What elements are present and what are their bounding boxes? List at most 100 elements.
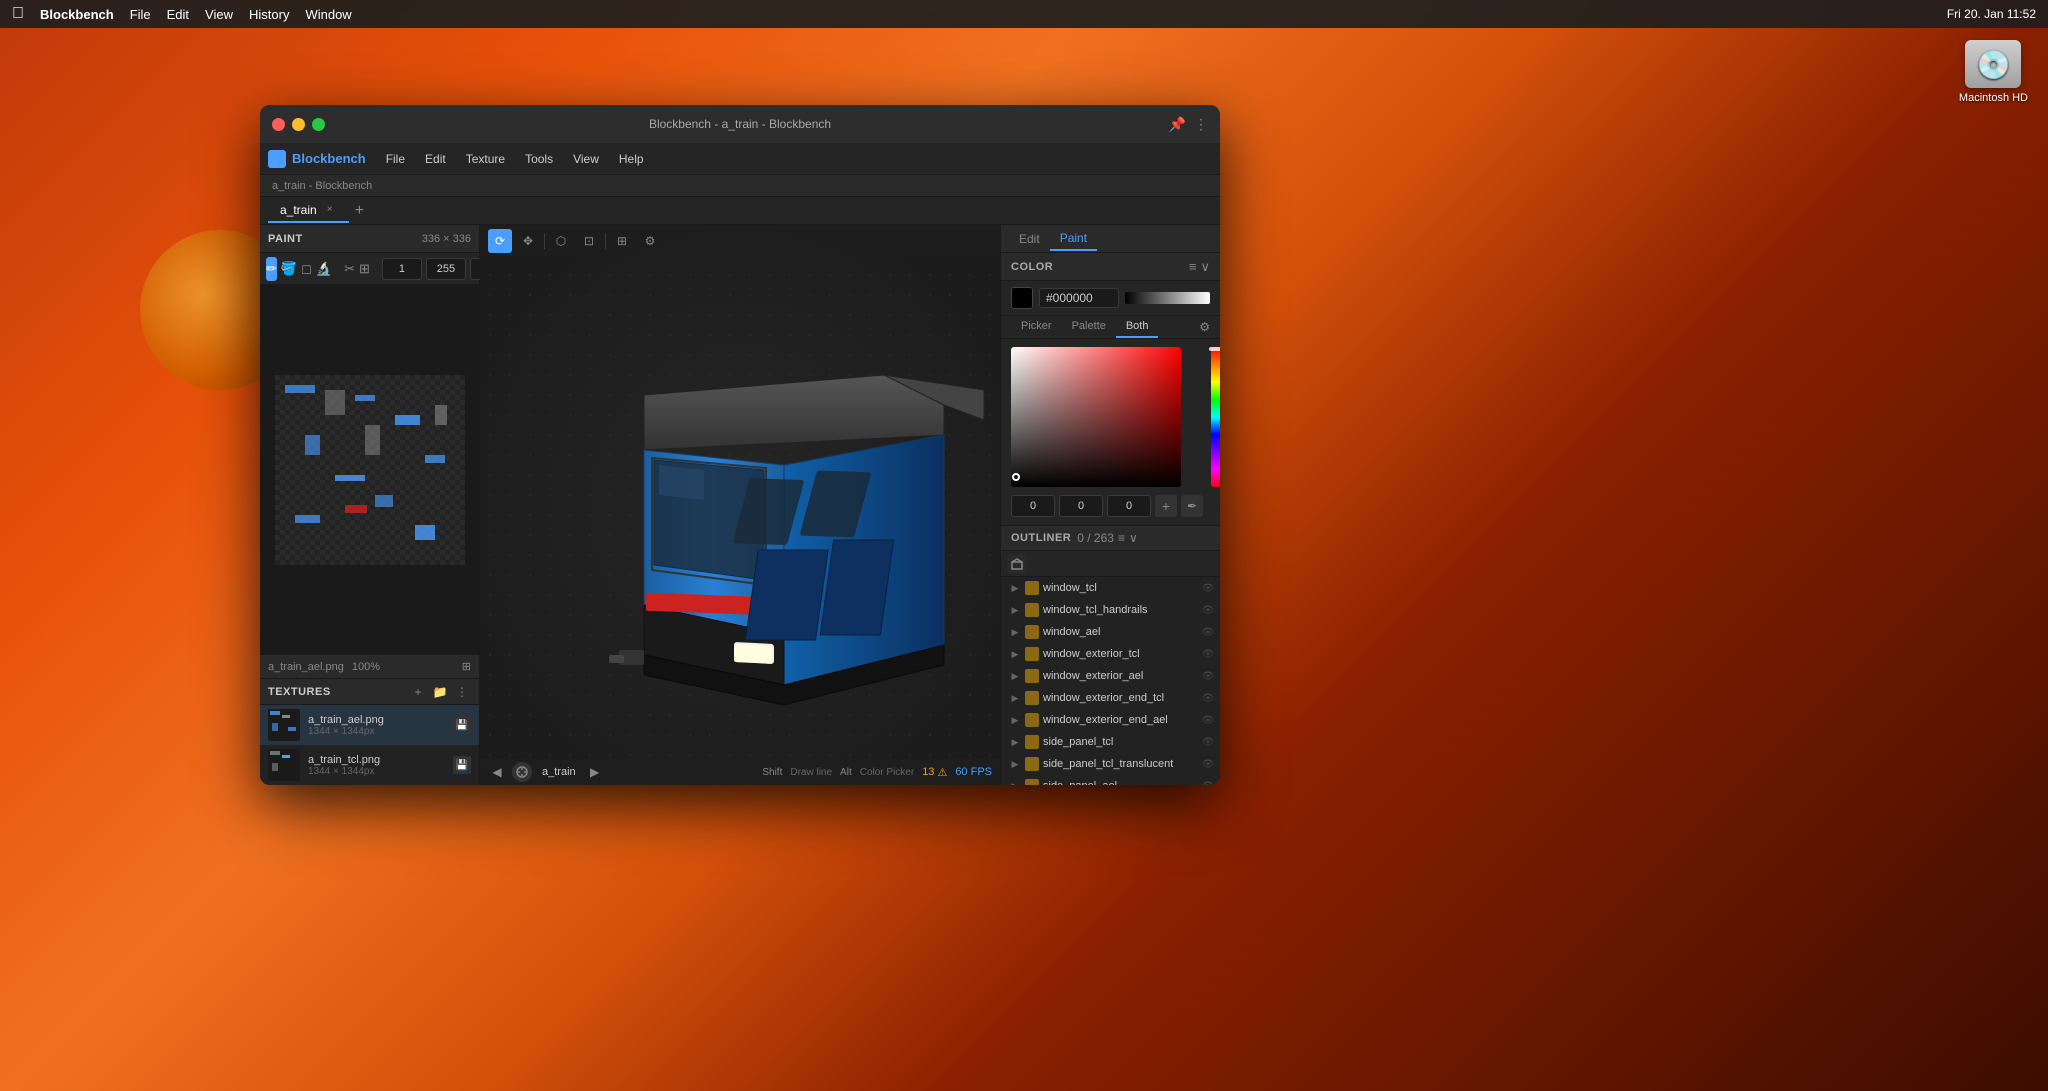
menu-window[interactable]: Window: [305, 7, 351, 22]
visibility-icon[interactable]: 👁: [1200, 734, 1216, 750]
app-menu-blockbench[interactable]: Blockbench: [40, 7, 114, 22]
eyedropper-btn[interactable]: ✒: [1181, 495, 1203, 517]
paint-tab[interactable]: Paint: [1050, 227, 1097, 251]
color-gradient-square[interactable]: [1011, 347, 1181, 487]
app-edit-menu[interactable]: Edit: [417, 148, 454, 170]
minimize-button[interactable]: [292, 118, 305, 131]
import-texture-btn[interactable]: 📁: [431, 683, 449, 701]
save-texture-tcl[interactable]: 💾: [453, 756, 471, 774]
texture-item-tcl[interactable]: a_train_tcl.png 1344 × 1344px 💾: [260, 745, 479, 785]
texture-thumb-tcl: [268, 749, 300, 781]
vp-perspective-btn[interactable]: ⬡: [549, 229, 573, 253]
maximize-button[interactable]: [312, 118, 325, 131]
visibility-icon[interactable]: 👁: [1200, 778, 1216, 785]
visibility-icon[interactable]: 👁: [1200, 756, 1216, 772]
ol-item-side-panel-ael[interactable]: ▶ side_panel_ael 👁: [1001, 775, 1220, 785]
outliner-collapse-btn[interactable]: ∨: [1129, 531, 1138, 545]
ol-item-window-exterior-end-ael[interactable]: ▶ window_exterior_end_ael 👁: [1001, 709, 1220, 731]
group-icon: [1025, 757, 1039, 771]
add-tab-button[interactable]: +: [349, 202, 370, 220]
erase-tool[interactable]: ◻: [301, 257, 312, 281]
save-texture-ael[interactable]: 💾: [453, 716, 471, 734]
apple-menu[interactable]: : [12, 5, 24, 23]
visibility-icon[interactable]: 👁: [1200, 602, 1216, 618]
vp-wireframe-btn[interactable]: ⊡: [577, 229, 601, 253]
visibility-icon[interactable]: 👁: [1200, 646, 1216, 662]
texture-fit-icon[interactable]: ⊞: [462, 660, 471, 673]
close-button[interactable]: [272, 118, 285, 131]
viewport[interactable]: ⟳ ✥ ⬡ ⊡ ⊞ ⚙ ◀: [480, 225, 1000, 785]
vp-next-btn[interactable]: ▶: [586, 763, 604, 781]
fill-tool[interactable]: 🪣: [281, 257, 297, 281]
visibility-icon[interactable]: 👁: [1200, 668, 1216, 684]
visibility-icon[interactable]: 👁: [1200, 580, 1216, 596]
add-texture-btn[interactable]: +: [409, 683, 427, 701]
menu-view[interactable]: View: [205, 7, 233, 22]
pencil-tool[interactable]: ✏: [266, 257, 277, 281]
expand-icon: ▶: [1009, 582, 1021, 594]
eyedrop-tool[interactable]: 🔬: [316, 257, 332, 281]
color-collapse-btn[interactable]: ∨: [1200, 259, 1210, 275]
texture-zoom: 100%: [352, 661, 380, 673]
color-hex-input[interactable]: #000000: [1039, 288, 1119, 308]
ol-name: window_tcl_handrails: [1043, 604, 1196, 616]
ol-item-window-ael[interactable]: ▶ window_ael 👁: [1001, 621, 1220, 643]
hd-label: Macintosh HD: [1959, 92, 2028, 104]
app-help-menu[interactable]: Help: [611, 148, 652, 170]
menu-file[interactable]: File: [130, 7, 151, 22]
add-color-btn[interactable]: +: [1155, 495, 1177, 517]
texture-menu-btn[interactable]: ⋮: [453, 683, 471, 701]
tab-a-train[interactable]: a_train ×: [268, 199, 349, 223]
ol-item-side-panel-tcl-translucent[interactable]: ▶ side_panel_tcl_translucent 👁: [1001, 753, 1220, 775]
both-tab[interactable]: Both: [1116, 316, 1159, 338]
color-hue-bar[interactable]: [1211, 347, 1220, 487]
outliner-list[interactable]: ▶ window_tcl 👁 ▶ window_tcl_handrails 👁: [1001, 577, 1220, 785]
more-icon[interactable]: ⋮: [1194, 116, 1208, 133]
visibility-icon[interactable]: 👁: [1200, 624, 1216, 640]
palette-tab[interactable]: Palette: [1062, 316, 1116, 338]
edit-tab[interactable]: Edit: [1009, 228, 1050, 250]
blue-input[interactable]: 0: [1107, 495, 1151, 517]
ol-item-window-exterior-ael[interactable]: ▶ window_exterior_ael 👁: [1001, 665, 1220, 687]
ol-item-window-tcl-handrails[interactable]: ▶ window_tcl_handrails 👁: [1001, 599, 1220, 621]
vp-prev-btn[interactable]: ◀: [488, 763, 506, 781]
ol-item-window-tcl[interactable]: ▶ window_tcl 👁: [1001, 577, 1220, 599]
ol-name: window_exterior_end_tcl: [1043, 692, 1196, 704]
red-input[interactable]: 0: [1011, 495, 1055, 517]
app-view-menu[interactable]: View: [565, 148, 607, 170]
vp-pan-btn[interactable]: ✥: [516, 229, 540, 253]
group-icon: [1025, 735, 1039, 749]
color-swatch[interactable]: [1011, 287, 1033, 309]
crop-tool[interactable]: ✂: [344, 257, 355, 281]
vp-grid-btn[interactable]: ⊞: [610, 229, 634, 253]
picker-tab[interactable]: Picker: [1011, 316, 1062, 338]
texture-info-ael: a_train_ael.png 1344 × 1344px: [308, 714, 445, 737]
viewport-bottombar: ◀ a_train ▶ Shift Draw: [480, 759, 1000, 785]
menu-edit[interactable]: Edit: [167, 7, 189, 22]
ol-item-window-exterior-tcl[interactable]: ▶ window_exterior_tcl 👁: [1001, 643, 1220, 665]
app-file-menu[interactable]: File: [378, 148, 413, 170]
opacity-input[interactable]: [426, 258, 466, 280]
ol-item-side-panel-tcl[interactable]: ▶ side_panel_tcl 👁: [1001, 731, 1220, 753]
app-tools-menu[interactable]: Tools: [517, 148, 561, 170]
group-icon: [1025, 625, 1039, 639]
app-texture-menu[interactable]: Texture: [458, 148, 513, 170]
vp-settings-btn[interactable]: ⚙: [638, 229, 662, 253]
visibility-icon[interactable]: 👁: [1200, 690, 1216, 706]
ol-item-window-exterior-end-tcl[interactable]: ▶ window_exterior_end_tcl 👁: [1001, 687, 1220, 709]
pin-icon[interactable]: 📌: [1169, 116, 1186, 133]
menu-history[interactable]: History: [249, 7, 289, 22]
green-input[interactable]: 0: [1059, 495, 1103, 517]
vp-rotate-btn[interactable]: ⟳: [488, 229, 512, 253]
brush-size-input[interactable]: [382, 258, 422, 280]
texture-canvas[interactable]: [260, 285, 479, 654]
texture-item-ael[interactable]: a_train_ael.png 1344 × 1344px 💾: [260, 705, 479, 745]
outliner-menu-btn[interactable]: ≡: [1118, 531, 1125, 545]
color-menu-btn[interactable]: ≡: [1189, 259, 1197, 275]
vp-home-icon[interactable]: [512, 762, 532, 782]
tab-close-icon[interactable]: ×: [323, 203, 337, 217]
macintosh-hd-icon[interactable]: 💿 Macintosh HD: [1959, 40, 2028, 104]
visibility-icon[interactable]: 👁: [1200, 712, 1216, 728]
color-settings-btn[interactable]: ⚙: [1199, 316, 1210, 338]
mirror-tool[interactable]: ⊞: [359, 257, 370, 281]
